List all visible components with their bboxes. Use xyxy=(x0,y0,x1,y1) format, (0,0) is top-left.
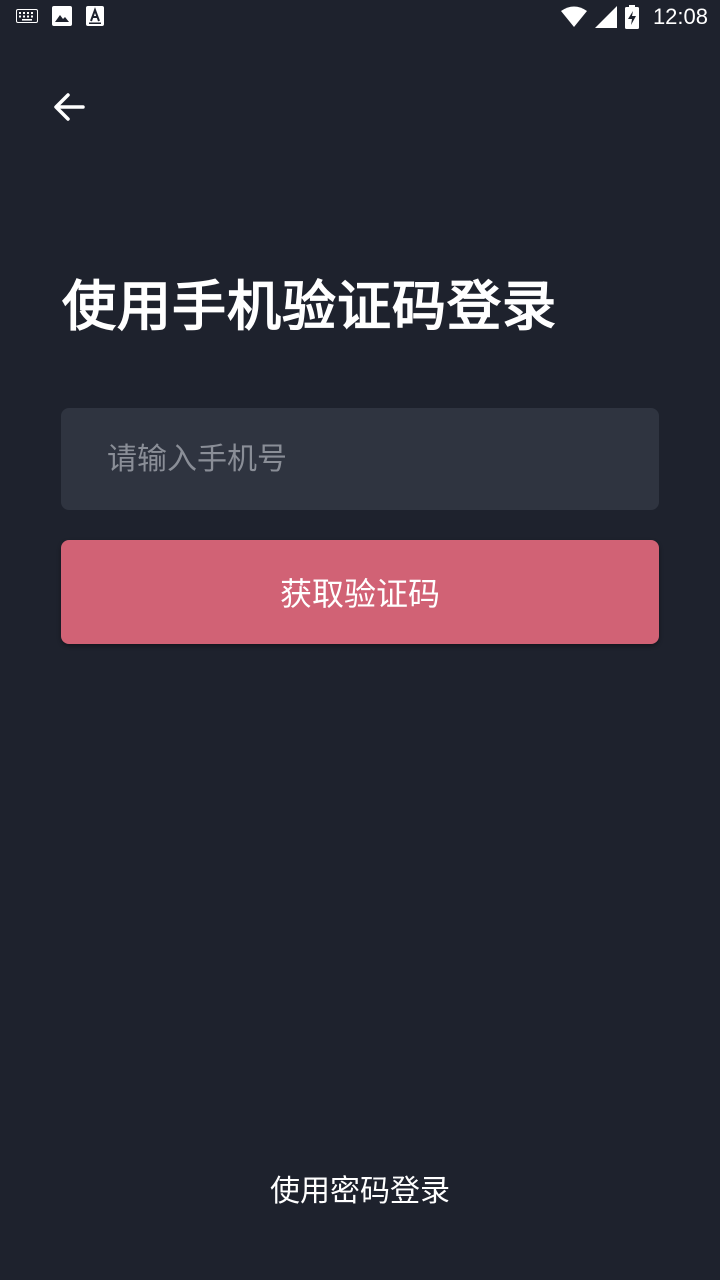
phone-field xyxy=(61,408,659,510)
get-code-button[interactable]: 获取验证码 xyxy=(61,540,659,644)
wifi-icon xyxy=(560,6,587,28)
image-icon xyxy=(52,6,72,26)
keyboard-icon xyxy=(16,9,38,23)
signal-icon xyxy=(594,6,617,28)
status-bar: 12:08 xyxy=(0,0,720,36)
back-button[interactable] xyxy=(48,86,90,128)
page-title: 使用手机验证码登录 xyxy=(62,275,557,338)
status-time: 12:08 xyxy=(652,4,708,29)
phone-input[interactable] xyxy=(61,408,659,510)
font-icon xyxy=(86,6,104,26)
battery-charging-icon xyxy=(624,5,639,29)
password-login-link[interactable]: 使用密码登录 xyxy=(0,1166,720,1210)
arrow-left-icon xyxy=(53,93,85,121)
status-right: 12:08 xyxy=(560,4,708,30)
login-screen: 12:08 使用手机验证码登录 获取验证码 使用密码登录 xyxy=(0,0,720,1280)
status-left-icons xyxy=(16,6,104,26)
